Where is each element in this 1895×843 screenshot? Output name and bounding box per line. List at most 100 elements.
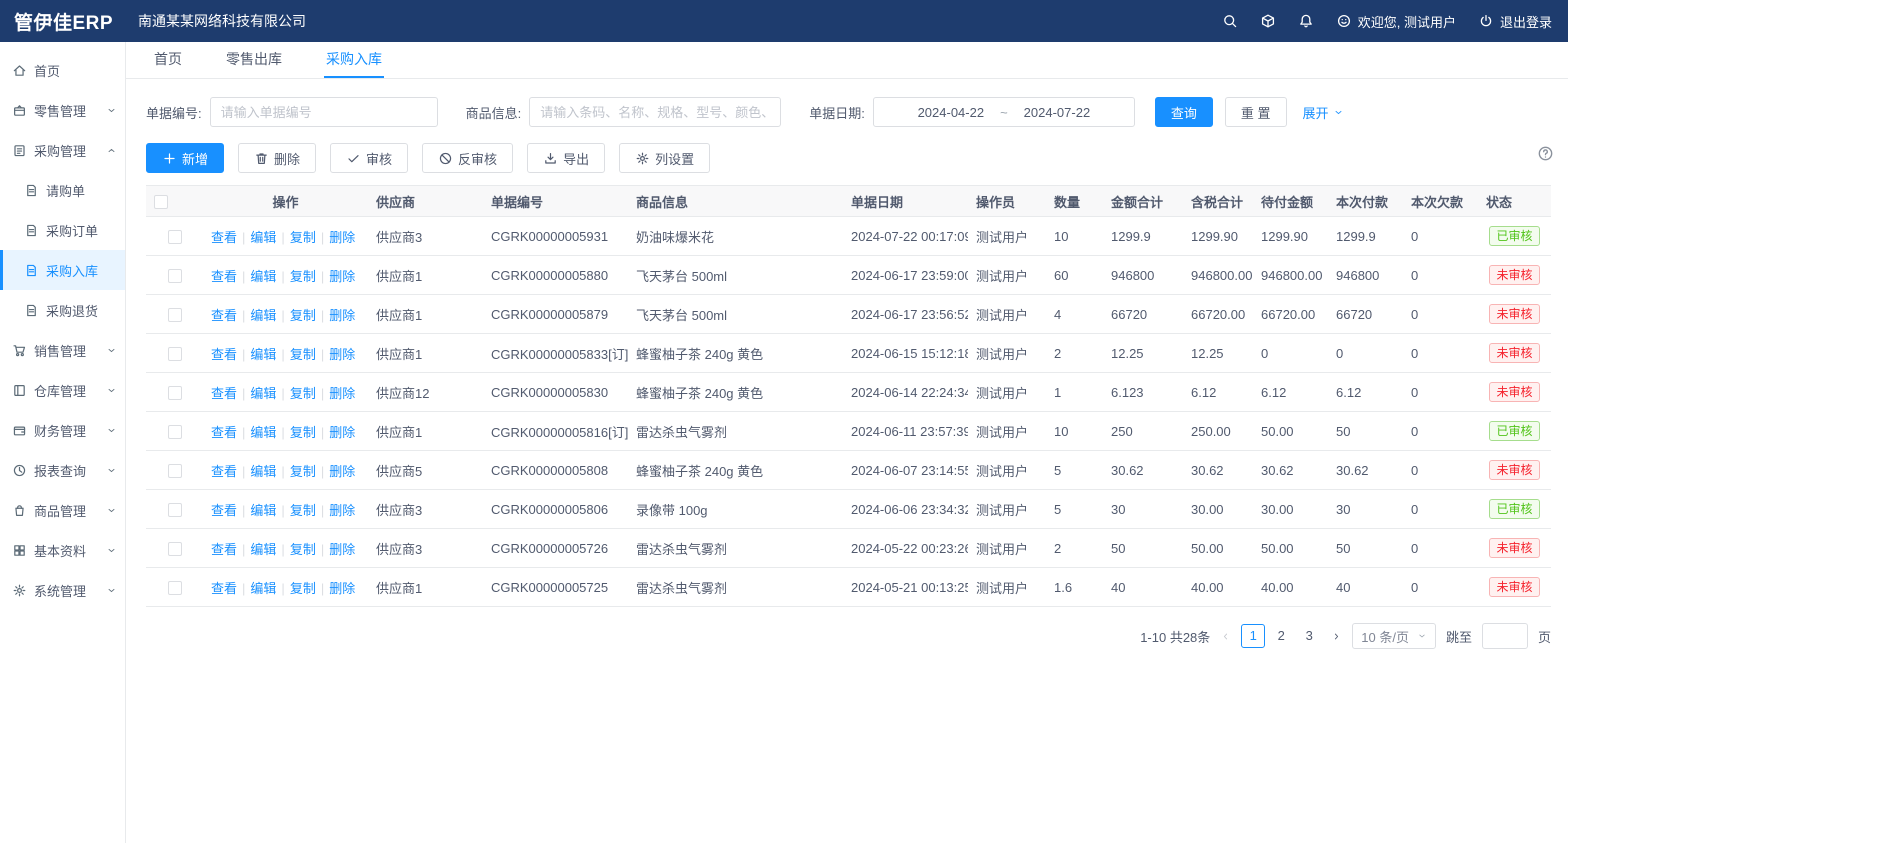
row-checkbox[interactable] <box>168 464 182 478</box>
sidebar-item-home[interactable]: 首页 <box>0 50 125 90</box>
row-action-edit[interactable]: 编辑 <box>250 464 276 479</box>
row-action-delete[interactable]: 删除 <box>329 464 355 479</box>
header-apps-button[interactable] <box>1260 13 1276 29</box>
sidebar-item-purchase-order[interactable]: 采购订单 <box>0 210 125 250</box>
sidebar-item-purchase-return[interactable]: 采购退货 <box>0 290 125 330</box>
tab-retail-outbound[interactable]: 零售出库 <box>224 42 284 78</box>
search-button[interactable]: 查询 <box>1155 97 1213 127</box>
delete-button[interactable]: 删除 <box>238 143 316 173</box>
row-checkbox[interactable] <box>168 386 182 400</box>
row-checkbox[interactable] <box>168 230 182 244</box>
row-action-view[interactable]: 查看 <box>211 542 237 557</box>
unapprove-button[interactable]: 反审核 <box>422 143 513 173</box>
sidebar-item-system-management[interactable]: 系统管理 <box>0 570 125 610</box>
cube-icon <box>1260 13 1276 29</box>
row-action-delete[interactable]: 删除 <box>329 308 355 323</box>
page-button-3[interactable]: 3 <box>1297 624 1321 648</box>
row-action-delete[interactable]: 删除 <box>329 581 355 596</box>
row-action-edit[interactable]: 编辑 <box>250 581 276 596</box>
row-action-delete[interactable]: 删除 <box>329 503 355 518</box>
header-notifications-button[interactable] <box>1298 13 1314 29</box>
row-action-copy[interactable]: 复制 <box>290 503 316 518</box>
row-action-delete[interactable]: 删除 <box>329 230 355 245</box>
row-action-edit[interactable]: 编辑 <box>250 425 276 440</box>
row-checkbox[interactable] <box>168 581 182 595</box>
row-checkbox[interactable] <box>168 308 182 322</box>
row-action-view[interactable]: 查看 <box>211 425 237 440</box>
row-action-edit[interactable]: 编辑 <box>250 308 276 323</box>
row-action-view[interactable]: 查看 <box>211 503 237 518</box>
row-checkbox[interactable] <box>168 269 182 283</box>
row-action-delete[interactable]: 删除 <box>329 386 355 401</box>
row-action-copy[interactable]: 复制 <box>290 464 316 479</box>
row-action-copy[interactable]: 复制 <box>290 269 316 284</box>
row-action-view[interactable]: 查看 <box>211 386 237 401</box>
approve-button[interactable]: 审核 <box>330 143 408 173</box>
tab-purchase-inbound[interactable]: 采购入库 <box>324 42 384 78</box>
add-button[interactable]: 新增 <box>146 143 224 173</box>
row-action-view[interactable]: 查看 <box>211 269 237 284</box>
date-range-picker[interactable]: 2024-04-22 ~ 2024-07-22 <box>873 97 1135 127</box>
row-checkbox[interactable] <box>168 347 182 361</box>
sidebar-item-purchase-inbound[interactable]: 采购入库 <box>0 250 125 290</box>
sidebar-item-sales-management[interactable]: 销售管理 <box>0 330 125 370</box>
date-from-value[interactable]: 2024-04-22 <box>918 105 985 120</box>
page-size-select[interactable]: 10 条/页 <box>1352 623 1436 649</box>
row-action-delete[interactable]: 删除 <box>329 542 355 557</box>
tab-home[interactable]: 首页 <box>152 42 184 78</box>
select-all-checkbox[interactable] <box>154 195 168 209</box>
row-action-delete[interactable]: 删除 <box>329 347 355 362</box>
row-action-view[interactable]: 查看 <box>211 581 237 596</box>
column-settings-button[interactable]: 列设置 <box>619 143 710 173</box>
row-action-edit[interactable]: 编辑 <box>250 269 276 284</box>
page-button-2[interactable]: 2 <box>1269 624 1293 648</box>
row-action-edit[interactable]: 编辑 <box>250 503 276 518</box>
cell-date: 2024-06-14 22:24:34 <box>843 373 968 412</box>
prev-page-button[interactable] <box>1220 631 1231 642</box>
sidebar-item-basic-data[interactable]: 基本资料 <box>0 530 125 570</box>
reset-button[interactable]: 重 置 <box>1225 97 1287 127</box>
date-to-value[interactable]: 2024-07-22 <box>1024 105 1091 120</box>
row-action-copy[interactable]: 复制 <box>290 425 316 440</box>
welcome-user[interactable]: 欢迎您, 测试用户 <box>1336 12 1456 31</box>
row-action-view[interactable]: 查看 <box>211 308 237 323</box>
sidebar-item-finance-management[interactable]: 财务管理 <box>0 410 125 450</box>
row-action-copy[interactable]: 复制 <box>290 308 316 323</box>
logout-button[interactable]: 退出登录 <box>1478 12 1552 31</box>
row-action-copy[interactable]: 复制 <box>290 542 316 557</box>
sidebar-item-warehouse-management[interactable]: 仓库管理 <box>0 370 125 410</box>
row-action-copy[interactable]: 复制 <box>290 230 316 245</box>
row-action-delete[interactable]: 删除 <box>329 425 355 440</box>
sidebar-item-purchase-request[interactable]: 请购单 <box>0 170 125 210</box>
button-label: 新增 <box>182 149 208 168</box>
row-action-copy[interactable]: 复制 <box>290 386 316 401</box>
row-checkbox[interactable] <box>168 542 182 556</box>
jump-page-input[interactable] <box>1482 623 1528 649</box>
row-action-copy[interactable]: 复制 <box>290 581 316 596</box>
sidebar-item-retail-management[interactable]: 零售管理 <box>0 90 125 130</box>
row-action-delete[interactable]: 删除 <box>329 269 355 284</box>
help-button[interactable] <box>1537 145 1554 162</box>
row-checkbox[interactable] <box>168 503 182 517</box>
product-info-input[interactable] <box>529 97 781 127</box>
expand-link[interactable]: 展开 <box>1303 103 1344 122</box>
row-action-edit[interactable]: 编辑 <box>250 230 276 245</box>
row-action-edit[interactable]: 编辑 <box>250 347 276 362</box>
sidebar-item-report-query[interactable]: 报表查询 <box>0 450 125 490</box>
row-action-edit[interactable]: 编辑 <box>250 386 276 401</box>
row-action-view[interactable]: 查看 <box>211 230 237 245</box>
sidebar-item-purchase-management[interactable]: 采购管理 <box>0 130 125 170</box>
cell-amount: 30 <box>1103 490 1183 529</box>
sidebar-item-product-management[interactable]: 商品管理 <box>0 490 125 530</box>
header-search-button[interactable] <box>1222 13 1238 29</box>
cart-icon <box>12 343 27 358</box>
row-action-edit[interactable]: 编辑 <box>250 542 276 557</box>
bill-no-input[interactable] <box>210 97 438 127</box>
row-action-view[interactable]: 查看 <box>211 464 237 479</box>
export-button[interactable]: 导出 <box>527 143 605 173</box>
page-button-1[interactable]: 1 <box>1241 624 1265 648</box>
row-checkbox[interactable] <box>168 425 182 439</box>
row-action-copy[interactable]: 复制 <box>290 347 316 362</box>
next-page-button[interactable] <box>1331 631 1342 642</box>
row-action-view[interactable]: 查看 <box>211 347 237 362</box>
